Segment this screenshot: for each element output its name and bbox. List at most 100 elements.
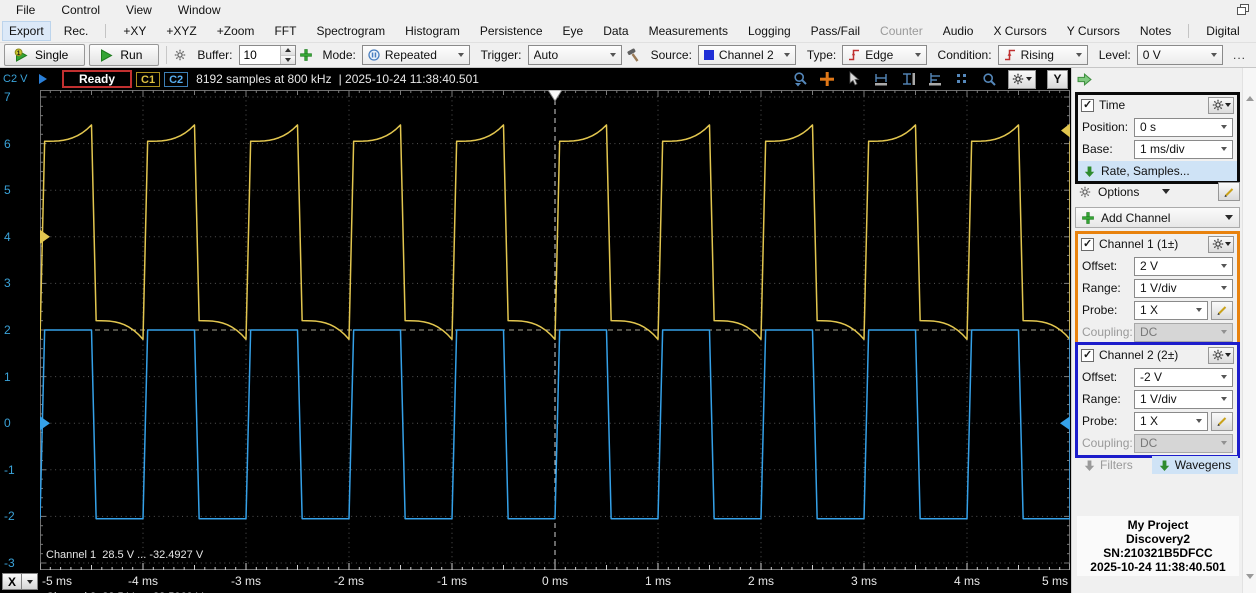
tab-data[interactable]: Data	[596, 21, 635, 41]
trigger-level-select[interactable]: 0 V	[1136, 45, 1223, 65]
tab-measurements[interactable]: Measurements	[642, 21, 735, 41]
tab-audio[interactable]: Audio	[936, 21, 981, 41]
tab-notes[interactable]: Notes	[1133, 21, 1178, 41]
expand-arrow-icon[interactable]	[38, 73, 48, 85]
tab-digital[interactable]: Digital	[1199, 21, 1246, 41]
menu-item-control[interactable]: Control	[51, 1, 110, 19]
restore-window-button[interactable]	[1237, 4, 1250, 16]
buffer-decrement-button[interactable]	[280, 55, 295, 64]
options-button[interactable]: Options	[1075, 183, 1215, 201]
chevron-down-icon	[1075, 53, 1082, 57]
toolbar-overflow-button[interactable]: ...	[1227, 48, 1252, 62]
trigger-hammer-icon[interactable]	[626, 48, 640, 62]
channel1-offset-select[interactable]: 2 V	[1134, 256, 1233, 276]
channel1-offset-marker[interactable]	[40, 229, 50, 244]
scroll-down-icon[interactable]	[1246, 574, 1254, 579]
time-checkbox[interactable]	[1081, 98, 1094, 112]
tab-spectrogram[interactable]: Spectrogram	[309, 21, 392, 41]
cursors-1234-icon[interactable]	[954, 71, 970, 87]
time-settings-button[interactable]	[1208, 96, 1234, 114]
trigger-type-select[interactable]: Edge	[842, 45, 927, 65]
channel1-probe-select[interactable]: 1 X	[1134, 300, 1208, 320]
tab-persistence[interactable]: Persistence	[473, 21, 550, 41]
horizontal-measure-icon[interactable]	[873, 71, 889, 87]
plus-icon	[1082, 211, 1094, 224]
channel2-offset-select[interactable]: -2 V	[1134, 367, 1233, 387]
channel2-title: Channel 2 (2±)	[1099, 348, 1179, 362]
tab-fft[interactable]: FFT	[267, 21, 303, 41]
show-panel-arrow-icon[interactable]	[1077, 73, 1092, 86]
toolbar: 1 Single Run Buffer: Mode: Repeated	[0, 42, 1256, 68]
mode-select[interactable]: Repeated	[361, 45, 470, 65]
buffer-increment-button[interactable]	[280, 46, 295, 56]
tab-pass-fail[interactable]: Pass/Fail	[804, 21, 867, 41]
channel1-badge[interactable]: C1	[136, 71, 161, 87]
tab-logging[interactable]: Logging	[741, 21, 798, 41]
gear-icon	[1211, 349, 1224, 361]
y-axis-label: 1	[4, 369, 11, 384]
tab-xyz[interactable]: +XYZ	[159, 21, 203, 41]
coupling-value: DC	[1140, 325, 1158, 339]
channel1-measurement: Channel 1 28.5 V ... -32.4927 V	[46, 549, 204, 561]
plot-settings-button[interactable]	[1008, 69, 1036, 89]
tab-rec[interactable]: Rec.	[57, 21, 96, 41]
x-axis-button[interactable]: X	[2, 573, 22, 590]
filters-button[interactable]: Filters	[1077, 456, 1140, 474]
channel1-checkbox[interactable]	[1081, 237, 1094, 251]
filters-wavegens-row: Filters Wavegens	[1075, 456, 1240, 474]
tab-zoom[interactable]: +Zoom	[210, 21, 262, 41]
x-axis-dropdown-button[interactable]	[22, 573, 38, 590]
menu-bar-items: File Control View Window	[6, 1, 231, 19]
svg-text:1: 1	[17, 50, 21, 57]
channel1-probe-edit-button[interactable]	[1211, 300, 1233, 320]
channel2-checkbox[interactable]	[1081, 348, 1094, 362]
add-acquisition-icon[interactable]	[299, 49, 312, 61]
channel2-probe-select[interactable]: 1 X	[1134, 411, 1208, 431]
tab-x-cursors[interactable]: X Cursors	[986, 21, 1053, 41]
level-measure-icon[interactable]	[927, 71, 943, 87]
scroll-up-icon[interactable]	[1246, 96, 1254, 101]
panel-scrollbar[interactable]	[1242, 68, 1256, 593]
run-button[interactable]: Run	[89, 44, 160, 66]
tab-xy[interactable]: +XY	[116, 21, 153, 41]
zoom-mode-icon[interactable]	[981, 71, 997, 87]
tab-eye[interactable]: Eye	[556, 21, 591, 41]
tab-histogram[interactable]: Histogram	[398, 21, 467, 41]
scope-plot[interactable]: Channel 1 28.5 V ... -32.4927 V Channel …	[39, 89, 1071, 593]
menu-item-window[interactable]: Window	[168, 1, 231, 19]
tab-y-cursors[interactable]: Y Cursors	[1060, 21, 1127, 41]
acquisition-gear-icon[interactable]	[174, 49, 187, 61]
trigger-condition-select[interactable]: Rising	[997, 45, 1088, 65]
wavegens-label: Wavegens	[1174, 458, 1231, 472]
y-axis-button[interactable]: Y	[1047, 69, 1068, 89]
menu-item-file[interactable]: File	[6, 1, 45, 19]
pointer-mode-icon[interactable]	[846, 71, 862, 87]
add-channel-button[interactable]: Add Channel	[1075, 207, 1240, 228]
notes-edit-button[interactable]	[1218, 182, 1240, 201]
channel2-range-select[interactable]: 1 V/div	[1134, 389, 1233, 409]
trigger-mode-select[interactable]: Auto	[527, 45, 622, 65]
vertical-axis-channel-select[interactable]: C2 V	[0, 73, 38, 85]
channel1-settings-button[interactable]	[1208, 235, 1234, 253]
vertical-measure-icon[interactable]	[900, 71, 916, 87]
single-button[interactable]: 1 Single	[4, 44, 86, 66]
zoom-fit-icon[interactable]	[792, 71, 808, 87]
trigger-level-marker[interactable]	[1060, 416, 1070, 431]
buffer-input[interactable]	[239, 46, 280, 64]
time-position-select[interactable]: 0 s	[1134, 117, 1233, 137]
channel2-probe-edit-button[interactable]	[1211, 411, 1233, 431]
add-cursor-icon[interactable]	[819, 71, 835, 87]
trigger-mode-value: Auto	[533, 48, 559, 62]
trigger-position-marker[interactable]	[547, 89, 563, 102]
channel2-badge[interactable]: C2	[164, 71, 189, 87]
channel2-offset-marker[interactable]	[40, 416, 50, 431]
trigger-source-select[interactable]: Channel 2	[697, 45, 796, 65]
wavegens-button[interactable]: Wavegens	[1151, 456, 1238, 474]
channel2-settings-button[interactable]	[1208, 346, 1234, 364]
rate-samples-link[interactable]: Rate, Samples...	[1078, 161, 1237, 181]
time-base-select[interactable]: 1 ms/div	[1134, 139, 1233, 159]
tab-export[interactable]: Export	[2, 21, 51, 41]
menu-item-view[interactable]: View	[116, 1, 162, 19]
channel1-range-select[interactable]: 1 V/div	[1134, 278, 1233, 298]
y-axis-label: -2	[4, 509, 15, 524]
